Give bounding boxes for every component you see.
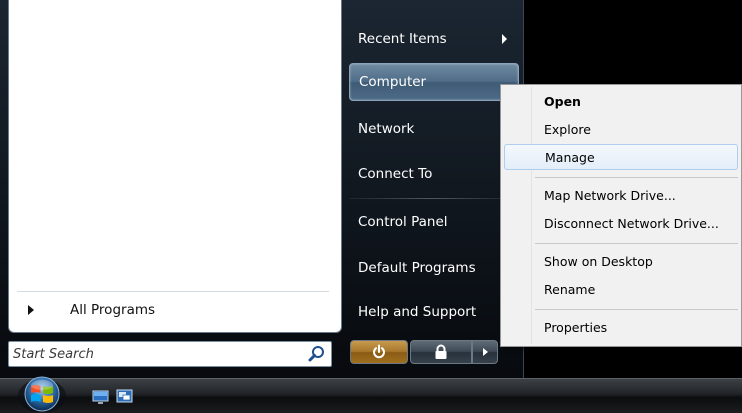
power-button[interactable] <box>350 340 408 364</box>
start-menu: All Programs Recent Items Computer Netwo… <box>0 0 524 378</box>
more-options-button[interactable] <box>472 340 498 364</box>
context-item-label: Show on Desktop <box>544 253 653 269</box>
context-item-explore[interactable]: Explore <box>504 116 738 142</box>
context-item-label: Manage <box>545 149 595 165</box>
context-item-label: Open <box>544 93 581 109</box>
windows-orb-icon[interactable] <box>16 374 68 412</box>
all-programs-button[interactable]: All Programs <box>17 291 329 328</box>
menu-item-label: Default Programs <box>358 260 476 276</box>
menu-item-help-and-support[interactable]: Help and Support <box>349 293 519 331</box>
context-menu: Open Explore Manage Map Network Drive...… <box>500 84 742 347</box>
menu-item-label: Computer <box>359 74 427 90</box>
menu-item-network[interactable]: Network <box>349 110 519 148</box>
context-menu-separator <box>535 177 738 178</box>
menu-divider <box>349 198 514 199</box>
menu-item-default-programs[interactable]: Default Programs <box>349 249 519 287</box>
menu-item-recent-items[interactable]: Recent Items <box>349 20 519 58</box>
search-input[interactable] <box>9 344 283 364</box>
lock-icon <box>435 344 447 359</box>
context-item-label: Disconnect Network Drive... <box>544 215 719 231</box>
menu-item-label: Recent Items <box>358 31 447 47</box>
context-item-open[interactable]: Open <box>504 88 738 114</box>
programs-pane <box>8 0 342 333</box>
start-search-box[interactable] <box>8 341 332 367</box>
menu-item-label: Connect To <box>358 166 433 182</box>
show-desktop-icon[interactable] <box>92 388 109 405</box>
context-menu-separator <box>535 243 738 244</box>
context-menu-separator <box>535 309 738 310</box>
taskbar <box>0 378 742 413</box>
context-item-disconnect-network-drive[interactable]: Disconnect Network Drive... <box>504 210 738 236</box>
menu-item-computer[interactable]: Computer <box>349 63 519 101</box>
power-icon <box>373 344 385 359</box>
menu-item-control-panel[interactable]: Control Panel <box>349 203 519 241</box>
menu-item-label: Help and Support <box>358 304 477 320</box>
all-programs-label: All Programs <box>70 302 156 318</box>
menu-item-label: Network <box>358 121 415 137</box>
context-item-manage[interactable]: Manage <box>504 144 738 170</box>
lock-button[interactable] <box>410 340 472 364</box>
context-item-label: Rename <box>544 281 596 297</box>
context-item-rename[interactable]: Rename <box>504 276 738 302</box>
context-item-properties[interactable]: Properties <box>504 314 738 340</box>
search-icon[interactable] <box>307 344 327 364</box>
submenu-arrow-icon <box>502 34 507 44</box>
menu-item-connect-to[interactable]: Connect To <box>349 155 519 193</box>
chevron-right-icon <box>482 348 488 356</box>
context-item-label: Explore <box>544 121 591 137</box>
switch-windows-icon[interactable] <box>116 388 133 405</box>
menu-item-label: Control Panel <box>358 214 448 230</box>
context-item-label: Map Network Drive... <box>544 187 676 203</box>
context-item-map-network-drive[interactable]: Map Network Drive... <box>504 182 738 208</box>
context-item-label: Properties <box>544 319 608 335</box>
context-item-show-on-desktop[interactable]: Show on Desktop <box>504 248 738 274</box>
chevron-right-icon <box>28 305 34 315</box>
